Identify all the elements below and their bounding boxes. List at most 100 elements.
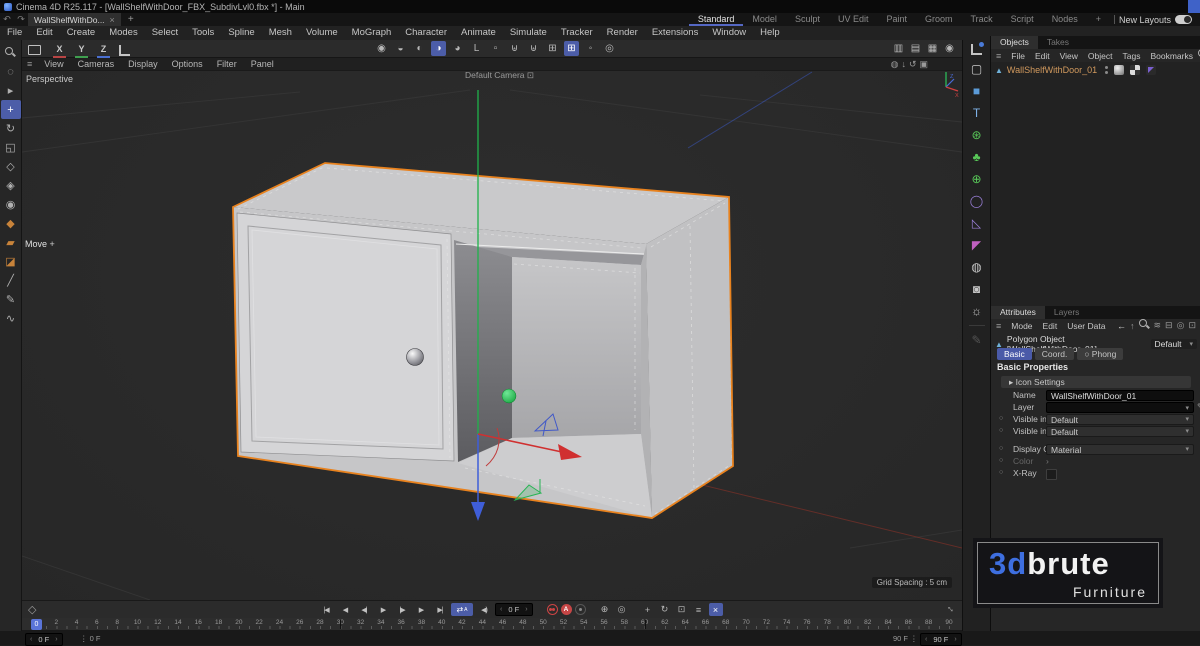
move-tool-icon[interactable]: + — [1, 100, 21, 119]
grid-icon[interactable]: ⊞ — [545, 41, 560, 56]
attributes-menu-mode[interactable]: Mode — [1006, 319, 1037, 333]
document-tab[interactable]: WallShelfWithDo... × — [28, 13, 121, 26]
x-ray-checkbox[interactable] — [1046, 469, 1057, 480]
snap-settings-icon[interactable]: ⊎ — [526, 41, 541, 56]
pen-tool-icon[interactable]: ✎ — [1, 290, 21, 309]
fill-tool-icon[interactable]: ▰ — [1, 233, 21, 252]
workplane-icon[interactable]: L — [469, 41, 484, 56]
search-icon[interactable] — [1139, 319, 1150, 332]
sound-toggle-button[interactable]: ◀) — [476, 603, 492, 616]
gizmo-z-arrow[interactable] — [535, 414, 558, 431]
add-layout-button[interactable]: + — [1087, 13, 1110, 26]
play-forwards-button[interactable]: ▶ — [413, 603, 429, 616]
viewport-menu-cameras[interactable]: Cameras — [71, 59, 122, 69]
icon-settings-bar[interactable]: ▸ Icon Settings — [1001, 376, 1191, 388]
quantize-icon[interactable]: ⊞ — [564, 41, 579, 56]
layout-tab-uv-edit[interactable]: UV Edit — [829, 13, 878, 26]
undo-icon[interactable]: ↶ — [0, 14, 14, 25]
dim-circle-icon[interactable]: ◦ — [583, 41, 598, 56]
camera-swap-icon[interactable]: ⊡ — [527, 70, 534, 80]
layout-tab-script[interactable]: Script — [1002, 13, 1043, 26]
key-parameter-icon[interactable]: ≡ — [692, 603, 706, 616]
frame-decrement-icon[interactable]: ‹ — [500, 606, 502, 613]
gizmo-plane-triangle[interactable] — [515, 485, 541, 500]
deformer-icon[interactable]: ⊕ — [965, 168, 989, 190]
frame-decrement-icon[interactable]: ‹ — [30, 636, 32, 643]
layout-tab-track[interactable]: Track — [962, 13, 1002, 26]
key-position-icon[interactable]: + — [641, 603, 655, 616]
lock-icon[interactable]: ⊟ — [1165, 320, 1173, 331]
mode-circle-2-icon[interactable]: ◒ — [393, 41, 408, 56]
menubar-item-mesh[interactable]: Mesh — [262, 26, 299, 40]
camera-label[interactable]: Default Camera ⊡ — [465, 70, 534, 81]
axis-lock-z-button[interactable]: Z — [97, 42, 110, 58]
target-icon[interactable]: ◎ — [1177, 320, 1185, 331]
animatable-dot-icon[interactable]: ○ — [999, 427, 1003, 434]
array-generator-icon[interactable]: ♣ — [965, 146, 989, 168]
key-pla-icon[interactable]: × — [709, 603, 723, 616]
filter-icon[interactable]: ≋ — [1154, 320, 1162, 331]
record-position-button[interactable] — [547, 604, 558, 615]
display-color-dropdown[interactable]: Material▾ — [1046, 444, 1194, 455]
viewport-menu-view[interactable]: View — [37, 59, 70, 69]
gizmo-x-axis[interactable] — [478, 434, 562, 452]
attributes-menu-edit[interactable]: Edit — [1038, 319, 1063, 333]
viewport-menu-options[interactable]: Options — [165, 59, 210, 69]
stamp-tool-icon[interactable]: ◪ — [1, 252, 21, 271]
viewport-menu-display[interactable]: Display — [121, 59, 165, 69]
layout-tab-sculpt[interactable]: Sculpt — [786, 13, 829, 26]
animatable-dot-icon[interactable]: ○ — [999, 415, 1003, 422]
mode-circle-1-icon[interactable]: ◉ — [374, 41, 389, 56]
scale-tool-icon[interactable]: ◱ — [1, 138, 21, 157]
previous-frame-button[interactable]: ◀| — [356, 603, 372, 616]
end-frame-field[interactable]: ‹ 90 F › — [920, 633, 962, 646]
knife-tool-icon[interactable]: ╱ — [1, 271, 21, 290]
frame-increment-icon[interactable]: › — [55, 636, 57, 643]
layout-tab-model[interactable]: Model — [743, 13, 786, 26]
section-tab-basic[interactable]: Basic — [997, 348, 1032, 360]
objects-menu-bookmarks[interactable]: Bookmarks — [1145, 49, 1198, 63]
live-selection-icon[interactable]: ◌ — [1, 62, 21, 81]
key-scale-icon[interactable]: ⊡ — [675, 603, 689, 616]
autokey-button[interactable]: A — [561, 604, 572, 615]
menubar-item-file[interactable]: File — [0, 26, 29, 40]
window-accent-button[interactable] — [1188, 0, 1200, 13]
cube-primitive-icon[interactable]: ■ — [965, 80, 989, 102]
tab-layers[interactable]: Layers — [1045, 306, 1089, 319]
object-tree-row[interactable]: ▲ WallShelfWithDoor_01 — [995, 65, 1156, 75]
modeling-settings-icon[interactable] — [28, 45, 41, 55]
layouts-toggle[interactable] — [1175, 15, 1192, 24]
close-tab-icon[interactable]: × — [110, 15, 115, 25]
environment-icon[interactable]: ◍ — [965, 256, 989, 278]
spline-tool-icon[interactable]: ∿ — [1, 309, 21, 328]
play-button[interactable]: ▶ — [375, 603, 391, 616]
snap-enable-icon[interactable]: ⊎ — [507, 41, 522, 56]
play-backwards-button[interactable]: ◀ — [337, 603, 353, 616]
mode-circle-3-icon[interactable]: ◐ — [412, 41, 427, 56]
axis-lock-x-button[interactable]: X — [53, 42, 66, 58]
record-off-button[interactable] — [575, 604, 586, 615]
layer-field[interactable]: ▾ — [1046, 402, 1194, 413]
menubar-item-tools[interactable]: Tools — [185, 26, 221, 40]
viewport-menu-panel[interactable]: Panel — [244, 59, 281, 69]
objects-menu-file[interactable]: File — [1006, 49, 1030, 63]
shelf-door[interactable] — [237, 213, 454, 461]
selection-filter-icon[interactable]: ▸ — [1, 81, 21, 100]
back-arrow-icon[interactable]: ← — [1117, 321, 1126, 331]
texture-tag-icon[interactable] — [1130, 65, 1140, 75]
viewport-panel-layout-icon[interactable]: ▣ — [919, 59, 928, 70]
plane-primitive-icon[interactable]: ▢ — [965, 58, 989, 80]
menubar-item-extensions[interactable]: Extensions — [645, 26, 705, 40]
attributes-menu-user-data[interactable]: User Data — [1062, 319, 1110, 333]
attributes-hamburger-icon[interactable]: ≡ — [991, 321, 1006, 331]
uv-tag-icon[interactable] — [1146, 65, 1156, 75]
disclosure-arrow[interactable]: › — [1046, 456, 1049, 466]
frame-increment-icon[interactable]: › — [954, 636, 956, 643]
keyframe-marker-icon[interactable]: ◎ — [615, 603, 629, 616]
viewport-sphere-view-icon[interactable]: ◍ — [891, 59, 899, 70]
preset-dropdown[interactable]: Default▾ — [1151, 339, 1197, 349]
menubar-item-select[interactable]: Select — [145, 26, 185, 40]
viewport-reset-view-icon[interactable]: ↺ — [909, 59, 917, 70]
frame-increment-icon[interactable]: › — [525, 606, 527, 613]
volume-icon[interactable]: ◤ — [965, 234, 989, 256]
